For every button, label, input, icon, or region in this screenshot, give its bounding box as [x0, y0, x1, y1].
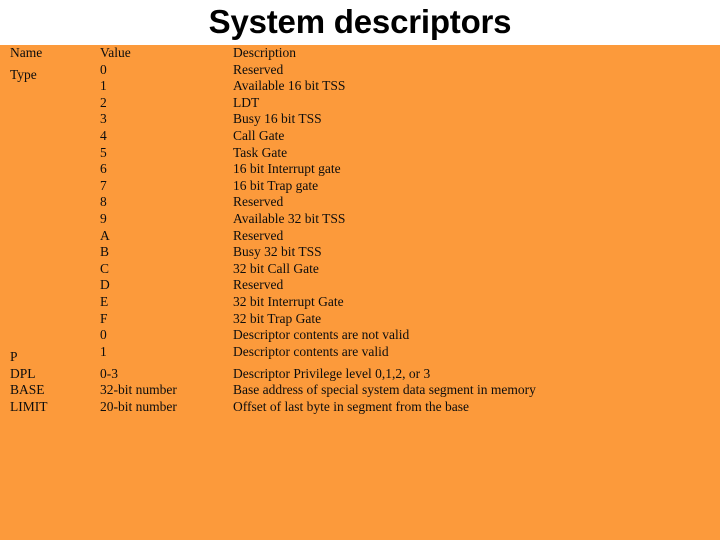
row-description-base: Base address of special system data segm…: [233, 382, 536, 398]
column-header-name: Name: [10, 45, 43, 60]
row-label-base: BASE: [10, 382, 45, 398]
list-item: 32 bit Call Gate: [233, 260, 319, 276]
list-item: 4: [100, 127, 107, 143]
list-item: 2: [100, 94, 107, 110]
row-label-p: P: [10, 349, 18, 365]
list-item: Task Gate: [233, 144, 288, 160]
system-descriptors-table: Name Value Description Type 0 1 2 3 4 5 …: [10, 45, 720, 415]
list-item: 0: [100, 327, 107, 343]
list-item: Available 16 bit TSS: [233, 78, 346, 94]
list-item: Reserved: [233, 227, 284, 243]
row-values-type: 0 1 2 3 4 5 6 7 8 9 A B C D E F: [100, 62, 233, 328]
list-item: Call Gate: [233, 127, 285, 143]
list-item: D: [100, 277, 110, 293]
list-item: B: [100, 244, 110, 260]
row-descriptions-p: Descriptor contents are not valid Descri…: [233, 327, 720, 366]
list-item: 8: [100, 194, 107, 210]
row-label-type: Type: [10, 66, 37, 82]
row-value-dpl: 0-3: [100, 365, 118, 381]
row-label-dpl: DPL: [10, 365, 36, 381]
list-item: 5: [100, 144, 107, 160]
list-item: 16 bit Interrupt gate: [233, 161, 341, 177]
row-description-dpl: Descriptor Privilege level 0,1,2, or 3: [233, 365, 431, 381]
row-descriptions-type: Reserved Available 16 bit TSS LDT Busy 1…: [233, 62, 720, 328]
slide: System descriptors Name Value Descriptio…: [0, 0, 720, 540]
value-list: 0 1: [100, 327, 233, 360]
list-item: 1: [100, 78, 107, 94]
row-value-base: 32-bit number: [100, 382, 177, 398]
list-item: 32 bit Trap Gate: [233, 310, 322, 326]
table-row: BASE 32-bit number Base address of speci…: [10, 382, 720, 399]
value-list: 0 1 2 3 4 5 6 7 8 9 A B C D E F: [100, 62, 233, 328]
column-header-value: Value: [100, 45, 131, 60]
list-item: Available 32 bit TSS: [233, 210, 346, 226]
column-header-description: Description: [233, 45, 296, 60]
list-item: 3: [100, 111, 107, 127]
description-list: Descriptor contents are not valid Descri…: [233, 327, 720, 360]
list-item: Descriptor contents are valid: [233, 343, 389, 359]
table-row: DPL 0-3 Descriptor Privilege level 0,1,2…: [10, 366, 720, 383]
list-item: Reserved: [233, 61, 284, 77]
list-item: Busy 16 bit TSS: [233, 111, 322, 127]
table-row: P 0 1 Descriptor contents are not valid …: [10, 327, 720, 366]
list-item: Reserved: [233, 194, 284, 210]
list-item: Busy 32 bit TSS: [233, 244, 322, 260]
list-item: LDT: [233, 94, 260, 110]
list-item: A: [100, 227, 110, 243]
table-row: Type 0 1 2 3 4 5 6 7 8 9 A B C D E F Res…: [10, 62, 720, 328]
row-label-limit: LIMIT: [10, 398, 48, 414]
list-item: 6: [100, 161, 107, 177]
list-item: Descriptor contents are not valid: [233, 327, 410, 343]
list-item: F: [100, 310, 108, 326]
list-item: C: [100, 260, 110, 276]
list-item: 0: [100, 61, 107, 77]
row-values-p: 0 1: [100, 327, 233, 366]
description-list: Reserved Available 16 bit TSS LDT Busy 1…: [233, 62, 720, 328]
list-item: 7: [100, 177, 107, 193]
list-item: 1: [100, 343, 107, 359]
list-item: E: [100, 293, 109, 309]
table-header-row: Name Value Description: [10, 45, 720, 62]
list-item: 9: [100, 210, 107, 226]
table-row: LIMIT 20-bit number Offset of last byte …: [10, 399, 720, 416]
row-value-limit: 20-bit number: [100, 398, 177, 414]
list-item: 32 bit Interrupt Gate: [233, 293, 344, 309]
row-description-limit: Offset of last byte in segment from the …: [233, 398, 469, 414]
list-item: Reserved: [233, 277, 284, 293]
list-item: 16 bit Trap gate: [233, 177, 319, 193]
page-title: System descriptors: [208, 3, 512, 40]
